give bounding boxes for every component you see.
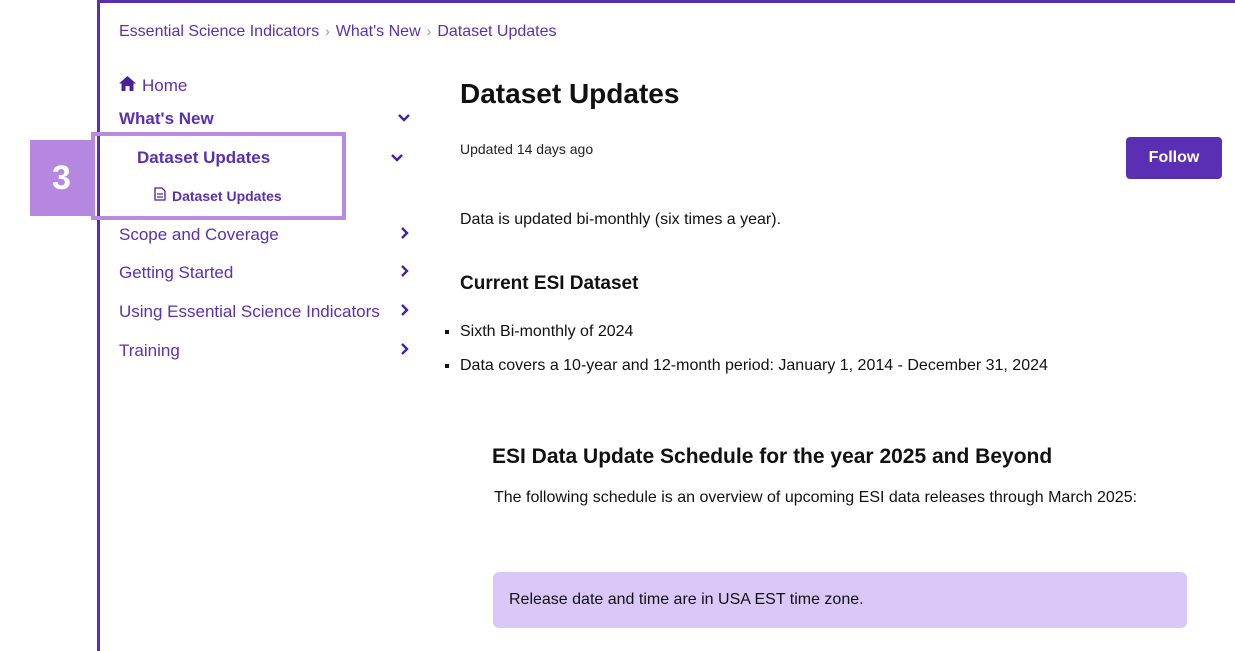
chevron-down-icon[interactable] — [398, 110, 410, 125]
breadcrumb-whats-new[interactable]: What's New — [336, 23, 421, 40]
sidebar-item-home[interactable]: Home — [119, 76, 187, 96]
timezone-note: Release date and time are in USA EST tim… — [493, 572, 1187, 628]
breadcrumb-dataset-updates[interactable]: Dataset Updates — [437, 23, 556, 40]
annotation-step-badge: 3 — [30, 140, 93, 216]
chevron-right-icon[interactable] — [400, 265, 409, 280]
sidebar-item-training[interactable]: Training — [119, 341, 180, 361]
sidebar-item-home-label: Home — [142, 76, 188, 95]
content-frame-top-border — [97, 0, 1235, 3]
intro-text: Data is updated bi-monthly (six times a … — [460, 211, 782, 228]
sidebar-item-whats-new[interactable]: What's New — [119, 109, 214, 129]
page-title: Dataset Updates — [460, 78, 680, 109]
chevron-right-icon[interactable] — [400, 343, 409, 358]
breadcrumb: Essential Science Indicators › What's New ›… — [119, 23, 557, 41]
breadcrumb-separator: › — [426, 23, 432, 39]
sidebar-item-scope-and-coverage[interactable]: Scope and Coverage — [119, 225, 279, 245]
current-dataset-list: Sixth Bi-monthly of 2024 Data covers a 1… — [440, 322, 1048, 390]
chevron-right-icon[interactable] — [400, 227, 409, 242]
list-item: Data covers a 10-year and 12-month perio… — [460, 356, 1048, 376]
schedule-heading: ESI Data Update Schedule for the year 20… — [492, 445, 1053, 468]
schedule-description: The following schedule is an overview of… — [494, 489, 1138, 506]
breadcrumb-separator: › — [325, 23, 330, 39]
home-icon — [119, 76, 136, 96]
timezone-note-text: Release date and time are in USA EST tim… — [509, 591, 864, 608]
current-dataset-heading: Current ESI Dataset — [460, 273, 639, 294]
annotation-highlight-box — [91, 132, 346, 220]
chevron-right-icon[interactable] — [400, 304, 409, 319]
follow-button[interactable]: Follow — [1126, 137, 1222, 179]
sidebar-item-getting-started[interactable]: Getting Started — [119, 263, 233, 283]
sidebar-item-using-esi[interactable]: Using Essential Science Indicators — [119, 302, 380, 322]
breadcrumb-esi[interactable]: Essential Science Indicators — [119, 23, 319, 40]
chevron-down-icon[interactable] — [391, 150, 403, 165]
list-item: Sixth Bi-monthly of 2024 — [460, 322, 1048, 342]
content-frame-left-border — [97, 0, 100, 651]
updated-timestamp: Updated 14 days ago — [460, 141, 594, 157]
